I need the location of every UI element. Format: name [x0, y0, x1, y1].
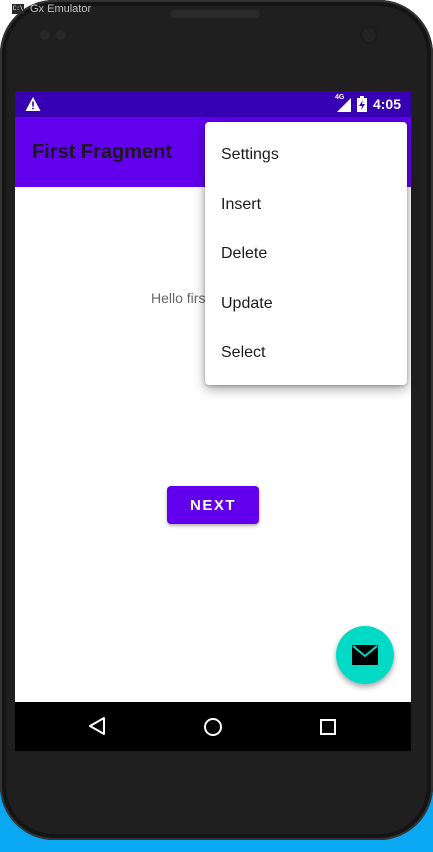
hello-text: Hello firs: [151, 290, 206, 306]
menu-item-update[interactable]: Update: [205, 279, 407, 329]
navigation-bar: [15, 702, 411, 751]
warning-icon: [25, 97, 41, 111]
menu-item-insert[interactable]: Insert: [205, 180, 407, 230]
email-fab[interactable]: [336, 626, 394, 684]
window-title: Gx Emulator: [30, 3, 92, 15]
app-bar-title: First Fragment: [32, 141, 173, 163]
network-type: 4G: [334, 94, 345, 101]
app-window-icon: C:\: [12, 4, 24, 14]
menu-item-settings[interactable]: Settings: [205, 130, 407, 180]
home-icon[interactable]: [203, 717, 223, 737]
sensor-dots: [40, 30, 68, 40]
overflow-menu: Settings Insert Delete Update Select: [205, 122, 407, 385]
signal-icon: 4G: [334, 94, 351, 112]
earpiece-speaker: [170, 10, 260, 18]
recents-icon[interactable]: [319, 718, 337, 736]
next-button[interactable]: NEXT: [167, 486, 259, 524]
battery-charging-icon: [356, 96, 367, 112]
front-camera: [362, 28, 376, 42]
window-chrome: C:\ Gx Emulator: [0, 0, 120, 18]
status-bar: 4G 4:05: [15, 91, 411, 117]
email-icon: [352, 645, 378, 665]
back-icon[interactable]: [87, 716, 107, 736]
menu-item-select[interactable]: Select: [205, 328, 407, 378]
menu-item-delete[interactable]: Delete: [205, 229, 407, 279]
status-time: 4:05: [372, 96, 401, 112]
